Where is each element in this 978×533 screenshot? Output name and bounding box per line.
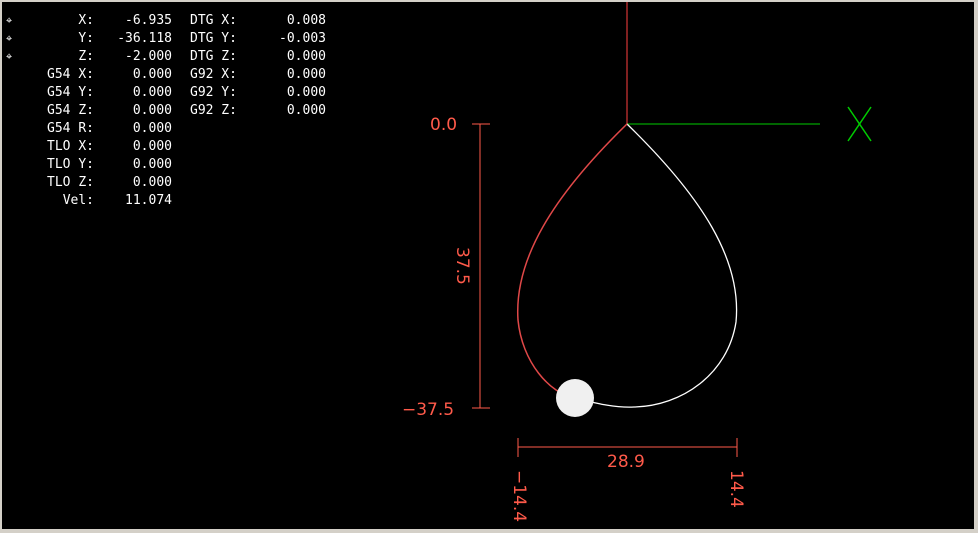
x-axis-label bbox=[847, 106, 872, 142]
y-dim-top-label: 0.0 bbox=[430, 115, 457, 135]
toolpath-traversed bbox=[516, 123, 628, 399]
x-dim-left-label: −14.4 bbox=[509, 470, 529, 522]
y-dimension bbox=[472, 123, 490, 409]
x-dim-span-label: 28.9 bbox=[607, 452, 645, 472]
tool-cone bbox=[556, 379, 594, 417]
toolpath-feed bbox=[574, 123, 738, 408]
preview-canvas[interactable]: ⌖ X: -6.935 DTG X: 0.008 ⌖ Y: -36.118 DTG Y: -0.0… bbox=[2, 2, 974, 529]
toolpath-plot[interactable]: X 0.0 −37.5 37.5 28.9 −14.4 14.4 bbox=[2, 2, 974, 529]
x-dim-right-label: 14.4 bbox=[726, 470, 746, 508]
y-dim-span-label: 37.5 bbox=[452, 247, 472, 285]
y-dim-bottom-label: −37.5 bbox=[402, 400, 454, 420]
